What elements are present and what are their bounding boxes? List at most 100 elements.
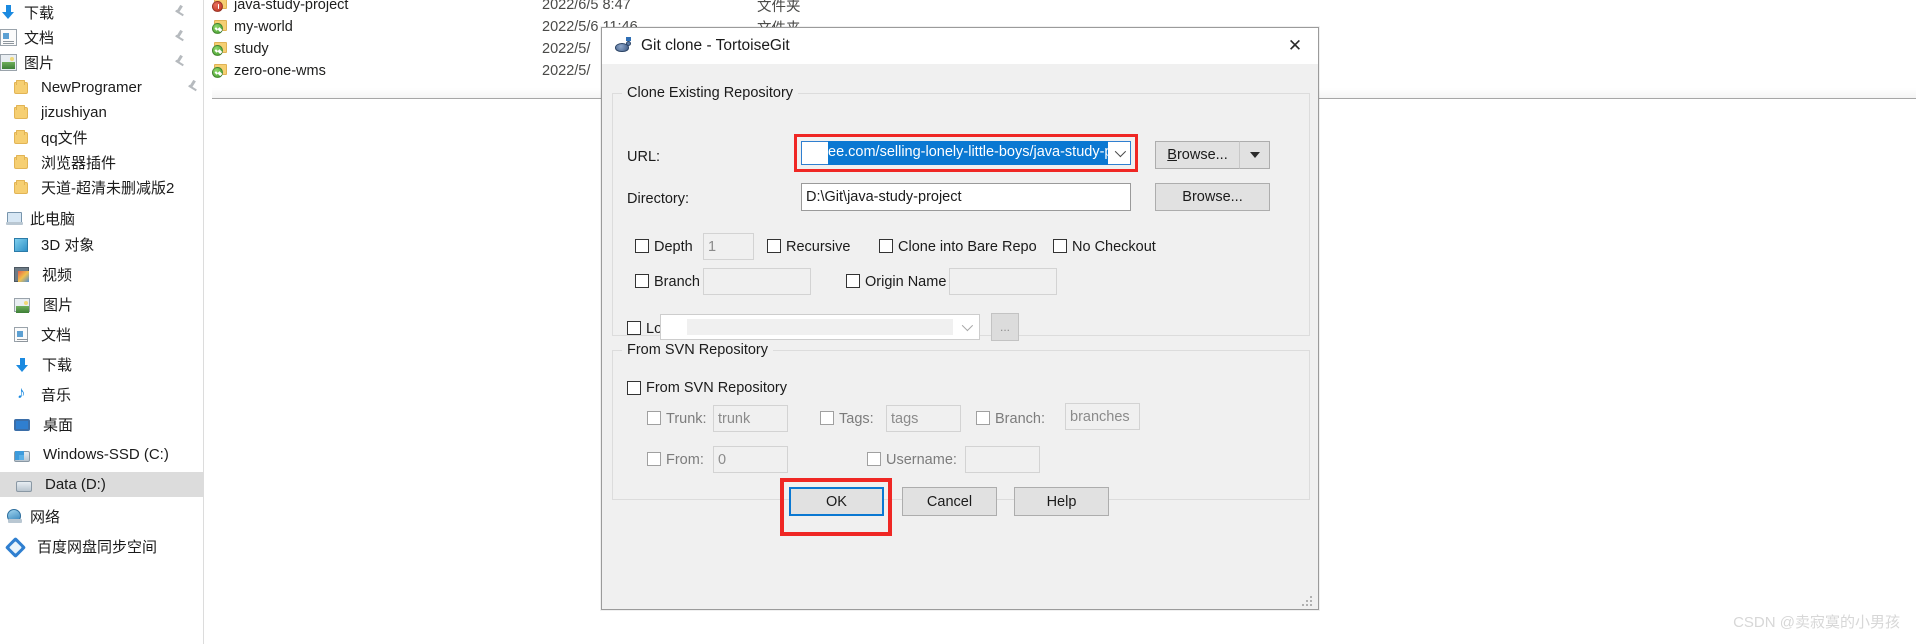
chevron-down-icon[interactable] — [1108, 142, 1130, 164]
clone-existing-repository-group: Clone Existing Repository — [612, 85, 1310, 336]
svn-trunk-input[interactable]: trunk — [713, 405, 788, 432]
load-putty-key-checkbox[interactable] — [627, 321, 641, 335]
no-checkout-checkbox[interactable] — [1053, 239, 1067, 253]
svn-tags-checkbox[interactable] — [820, 411, 834, 425]
svn-branch-value: branches — [1070, 408, 1130, 425]
music-icon — [14, 383, 28, 403]
cancel-button[interactable]: Cancel — [902, 487, 997, 516]
svn-branch-checkbox[interactable] — [976, 411, 990, 425]
sidebar-item-network[interactable]: 网络 — [0, 504, 204, 529]
sidebar-item-downloads-pc[interactable]: 下载 — [0, 352, 204, 377]
svn-username-label: Username: — [886, 452, 957, 468]
svn-trunk-checkbox[interactable] — [647, 411, 661, 425]
folder-icon — [14, 129, 28, 144]
from-svn-repository-checkbox[interactable] — [627, 381, 641, 395]
sidebar-item-label: 图片 — [43, 297, 74, 314]
help-button[interactable]: Help — [1014, 487, 1109, 516]
sidebar-item-jizushiyan[interactable]: jizushiyan — [0, 100, 204, 125]
pin-icon[interactable] — [174, 55, 185, 68]
sidebar-item-label: 天道-超清未删减版2 — [41, 180, 175, 197]
branch-input[interactable] — [703, 268, 811, 295]
download-icon — [14, 357, 29, 372]
no-checkout-label: No Checkout — [1072, 239, 1156, 255]
sidebar-item-label: 此电脑 — [30, 211, 76, 228]
sidebar-item-tiandao[interactable]: 天道-超清未删减版2 — [0, 175, 204, 200]
svn-trunk-value: trunk — [718, 410, 751, 427]
sidebar-item-label: NewProgramer — [41, 79, 142, 96]
file-name: zero-one-wms — [234, 63, 326, 79]
svn-tags-input[interactable]: tags — [886, 405, 961, 432]
file-date: 2022/6/5 8:47 — [542, 0, 631, 13]
sidebar-item-documents[interactable]: 文档 — [0, 25, 204, 50]
pin-icon[interactable] — [174, 30, 185, 43]
putty-key-browse-button[interactable]: ... — [991, 313, 1019, 341]
sidebar-item-label: qq文件 — [41, 130, 88, 147]
folder-icon — [14, 179, 28, 194]
svn-branch-label: Branch: — [995, 411, 1045, 427]
branch-checkbox[interactable] — [635, 274, 649, 288]
svn-tags-value: tags — [891, 410, 919, 427]
baidu-netdisk-icon — [4, 536, 27, 558]
svn-branch-input[interactable]: branches — [1065, 403, 1140, 430]
documents-icon — [0, 29, 17, 46]
chevron-down-icon[interactable] — [953, 315, 979, 339]
sidebar-item-videos[interactable]: 视频 — [0, 262, 204, 287]
sidebar-item-browser-plugins[interactable]: 浏览器插件 — [0, 150, 204, 175]
url-browse-dropdown-button[interactable] — [1239, 141, 1270, 169]
putty-key-combobox[interactable] — [660, 314, 980, 340]
sidebar-item-this-pc[interactable]: 此电脑 — [0, 206, 204, 231]
sidebar-item-label: 视频 — [42, 267, 73, 284]
origin-name-checkbox[interactable] — [846, 274, 860, 288]
resize-grip-icon[interactable] — [1302, 596, 1314, 608]
depth-input-value: 1 — [708, 238, 717, 255]
dialog-titlebar[interactable]: Git clone - TortoiseGit ✕ — [602, 28, 1318, 65]
sidebar-item-newprogramer[interactable]: NewProgramer — [0, 75, 204, 100]
sidebar-item-baidu-netdisk[interactable]: 百度网盘同步空间 — [0, 534, 204, 559]
ok-button[interactable]: OK — [789, 487, 884, 516]
url-browse-button[interactable]: Browse... — [1155, 141, 1239, 169]
file-date: 2022/5/ — [542, 41, 591, 57]
network-icon — [6, 508, 23, 525]
help-button-label: Help — [1046, 493, 1077, 510]
sidebar-item-windows-ssd-c[interactable]: Windows-SSD (C:) — [0, 442, 204, 467]
depth-input[interactable]: 1 — [703, 233, 754, 260]
from-svn-repository-label: From SVN Repository — [646, 380, 788, 396]
url-combobox[interactable]: ee.com/selling-lonely-little-boys/java-s… — [801, 141, 1131, 165]
documents-icon — [14, 327, 28, 342]
bare-repo-checkbox[interactable] — [879, 239, 893, 253]
sidebar-item-music[interactable]: 音乐 — [0, 382, 204, 407]
sidebar-item-3d-objects[interactable]: 3D 对象 — [0, 232, 204, 257]
file-type: 文件夹 — [757, 0, 801, 15]
dialog-body: Clone Existing Repository URL: ee.com/se… — [602, 65, 1318, 611]
svn-from-input[interactable]: 0 — [713, 446, 788, 473]
svn-username-input[interactable] — [965, 446, 1040, 473]
depth-checkbox[interactable] — [635, 239, 649, 253]
pin-icon[interactable] — [174, 5, 185, 18]
depth-label: Depth — [654, 239, 693, 255]
pictures-icon — [0, 54, 17, 71]
recursive-checkbox[interactable] — [767, 239, 781, 253]
sidebar-item-data-d[interactable]: Data (D:) — [0, 472, 204, 497]
sidebar-item-label: 下载 — [24, 5, 55, 22]
sidebar-item-pictures-pc[interactable]: 图片 — [0, 292, 204, 317]
sidebar-item-documents-pc[interactable]: 文档 — [0, 322, 204, 347]
sidebar-item-desktop[interactable]: 桌面 — [0, 412, 204, 437]
directory-input-value: D:\Git\java-study-project — [806, 189, 962, 205]
directory-input[interactable]: D:\Git\java-study-project — [801, 183, 1131, 211]
svn-username-checkbox[interactable] — [867, 452, 881, 466]
pin-icon[interactable] — [187, 80, 198, 93]
download-icon — [0, 4, 17, 21]
svn-from-checkbox[interactable] — [647, 452, 661, 466]
pictures-icon — [14, 297, 30, 313]
directory-browse-button[interactable]: Browse... — [1155, 183, 1270, 211]
url-input-value[interactable]: ee.com/selling-lonely-little-boys/java-s… — [828, 141, 1108, 165]
sidebar-item-qq-files[interactable]: qq文件 — [0, 125, 204, 150]
sidebar-item-downloads[interactable]: 下载 — [0, 0, 204, 25]
sidebar-item-pictures[interactable]: 图片 — [0, 50, 204, 75]
origin-name-input[interactable] — [949, 268, 1057, 295]
url-label: URL: — [627, 149, 661, 165]
file-name: java-study-project — [234, 0, 349, 13]
folder-icon — [14, 154, 28, 169]
putty-key-input-value[interactable] — [687, 319, 953, 335]
close-icon[interactable]: ✕ — [1272, 28, 1318, 64]
